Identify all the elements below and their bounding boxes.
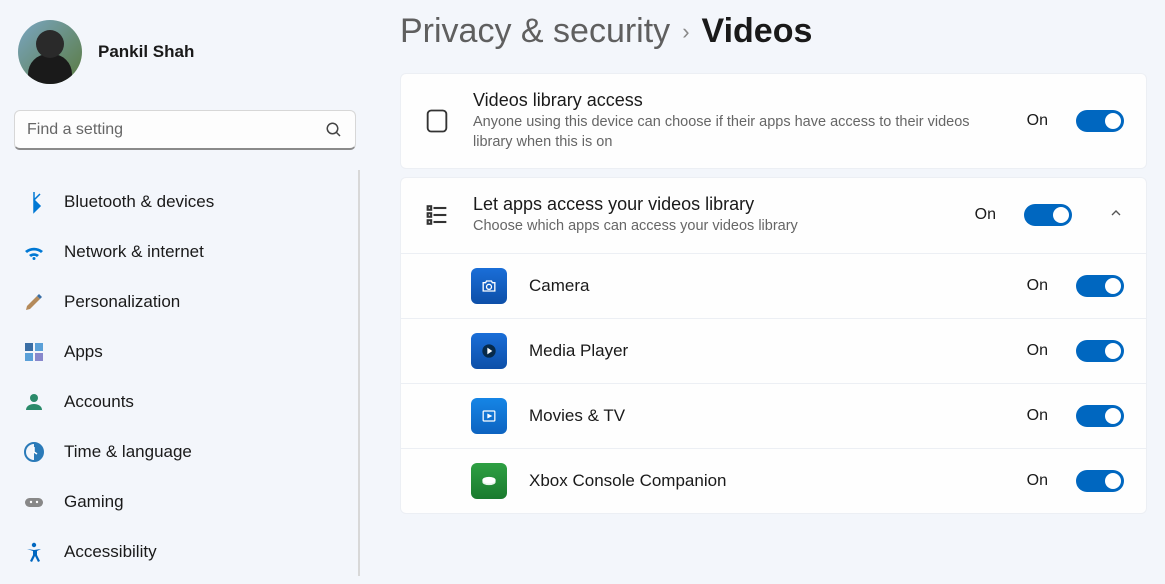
globe-clock-icon: [22, 440, 46, 464]
sidebar-item-label: Network & internet: [64, 242, 204, 262]
sidebar-item-bluetooth[interactable]: Bluetooth & devices: [10, 178, 354, 226]
breadcrumb-current: Videos: [702, 12, 813, 51]
toggle-state-label: On: [1027, 277, 1048, 295]
toggle-state-label: On: [975, 206, 996, 224]
setting-apps-access: Let apps access your videos library Choo…: [400, 177, 1147, 514]
setting-title: Let apps access your videos library: [473, 194, 953, 215]
toggle-app-media-player[interactable]: [1076, 340, 1124, 362]
breadcrumb-parent[interactable]: Privacy & security: [400, 12, 670, 51]
accessibility-icon: [22, 540, 46, 564]
setting-library-access: Videos library access Anyone using this …: [400, 73, 1147, 169]
sidebar-item-personalization[interactable]: Personalization: [10, 278, 354, 326]
xbox-app-icon: [471, 463, 507, 499]
video-file-icon: [423, 107, 451, 135]
toggle-state-label: On: [1027, 112, 1048, 130]
apps-icon: [22, 340, 46, 364]
app-name: Media Player: [529, 341, 1005, 361]
paintbrush-icon: [22, 290, 46, 314]
sidebar-item-label: Accounts: [64, 392, 134, 412]
sidebar-item-accessibility[interactable]: Accessibility: [10, 528, 354, 576]
sidebar-item-label: Apps: [64, 342, 103, 362]
toggle-app-movies-tv[interactable]: [1076, 405, 1124, 427]
search-box[interactable]: [14, 110, 356, 150]
toggle-state-label: On: [1027, 472, 1048, 490]
app-row-media-player: Media Player On: [401, 318, 1146, 383]
media-player-app-icon: [471, 333, 507, 369]
app-row-xbox-companion: Xbox Console Companion On: [401, 448, 1146, 513]
toggle-apps-access[interactable]: [1024, 204, 1072, 226]
sidebar-item-network[interactable]: Network & internet: [10, 228, 354, 276]
search-input[interactable]: [27, 121, 325, 139]
toggle-app-xbox-companion[interactable]: [1076, 470, 1124, 492]
nav-list: Bluetooth & devices Network & internet P…: [10, 170, 360, 576]
avatar: [18, 20, 82, 84]
gamepad-icon: [22, 490, 46, 514]
sidebar-item-time[interactable]: Time & language: [10, 428, 354, 476]
setting-desc: Anyone using this device can choose if t…: [473, 113, 1005, 152]
toggle-state-label: On: [1027, 342, 1048, 360]
chevron-up-icon[interactable]: [1108, 205, 1124, 226]
setting-desc: Choose which apps can access your videos…: [473, 217, 953, 237]
app-row-movies-tv: Movies & TV On: [401, 383, 1146, 448]
app-name: Camera: [529, 276, 1005, 296]
sidebar: Pankil Shah Bluetooth & devices Network …: [0, 0, 370, 584]
breadcrumb: Privacy & security › Videos: [400, 12, 1147, 51]
person-icon: [22, 390, 46, 414]
list-icon: [423, 201, 451, 229]
wifi-icon: [22, 240, 46, 264]
setting-apps-header-row[interactable]: Let apps access your videos library Choo…: [401, 178, 1146, 253]
sidebar-item-label: Bluetooth & devices: [64, 192, 214, 212]
movies-tv-app-icon: [471, 398, 507, 434]
sidebar-item-label: Personalization: [64, 292, 180, 312]
chevron-right-icon: ›: [682, 19, 689, 45]
sidebar-item-label: Gaming: [64, 492, 124, 512]
sidebar-item-label: Time & language: [64, 442, 192, 462]
toggle-library-access[interactable]: [1076, 110, 1124, 132]
sidebar-item-apps[interactable]: Apps: [10, 328, 354, 376]
toggle-app-camera[interactable]: [1076, 275, 1124, 297]
toggle-state-label: On: [1027, 407, 1048, 425]
app-name: Movies & TV: [529, 406, 1005, 426]
profile-name: Pankil Shah: [98, 42, 194, 62]
setting-title: Videos library access: [473, 90, 1005, 111]
bluetooth-icon: [22, 190, 46, 214]
sidebar-item-accounts[interactable]: Accounts: [10, 378, 354, 426]
search-icon: [325, 121, 343, 139]
app-name: Xbox Console Companion: [529, 471, 1005, 491]
main-content: Privacy & security › Videos Videos libra…: [370, 0, 1165, 584]
profile[interactable]: Pankil Shah: [10, 12, 360, 104]
camera-app-icon: [471, 268, 507, 304]
sidebar-item-label: Accessibility: [64, 542, 157, 562]
sidebar-item-gaming[interactable]: Gaming: [10, 478, 354, 526]
app-row-camera: Camera On: [401, 253, 1146, 318]
